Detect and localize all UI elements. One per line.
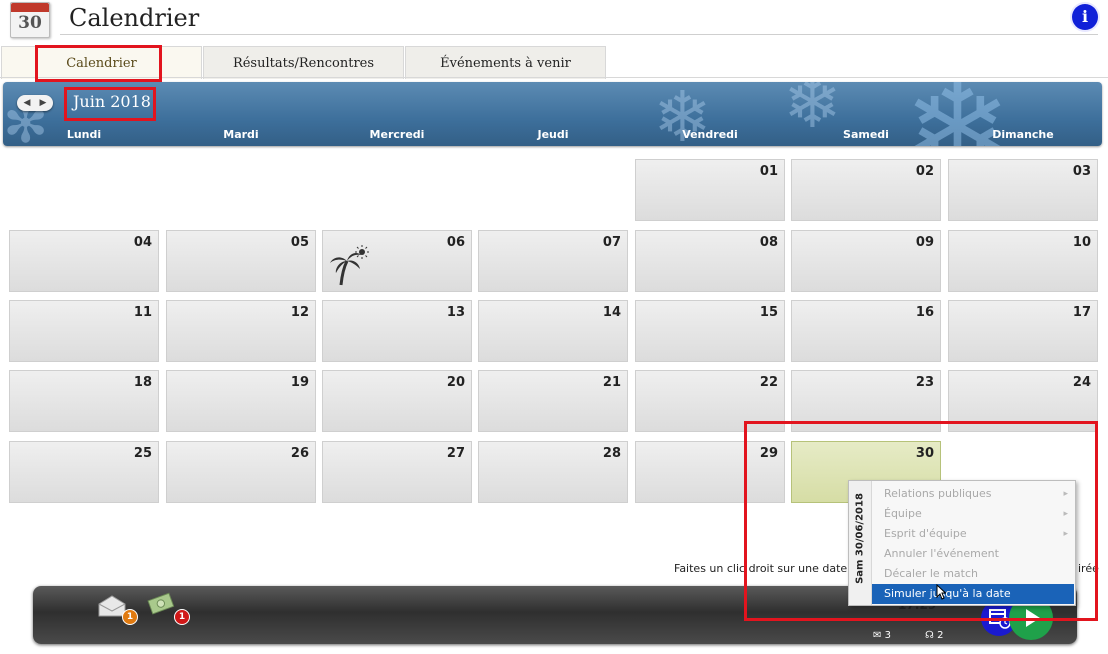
day-cell[interactable]: 01: [635, 159, 785, 221]
mail-badge: 1: [122, 609, 138, 625]
weekday-lundi: Lundi: [66, 128, 102, 141]
weekday-jeudi: Jeudi: [537, 128, 569, 141]
day-number: 08: [759, 235, 778, 250]
day-cell[interactable]: 12: [166, 300, 316, 362]
day-cell[interactable]: 04: [9, 230, 159, 292]
month-nav-control[interactable]: ◀ ▶: [17, 95, 53, 111]
page-title: Calendrier: [69, 4, 200, 32]
day-cell[interactable]: 17: [948, 300, 1098, 362]
calendar-icon: 30: [10, 2, 50, 38]
weekday-mercredi: Mercredi: [369, 128, 425, 141]
day-cell[interactable]: 16: [791, 300, 941, 362]
day-cell[interactable]: 11: [9, 300, 159, 362]
prev-month-icon[interactable]: ◀: [19, 95, 35, 111]
day-number: 14: [602, 305, 621, 320]
info-button[interactable]: i: [1072, 4, 1098, 30]
day-cell[interactable]: 26: [166, 441, 316, 503]
messages-status[interactable]: ✉ 3: [873, 630, 891, 641]
day-cell[interactable]: 05: [166, 230, 316, 292]
day-number: 24: [1072, 375, 1091, 390]
weekday-samedi: Samedi: [843, 128, 889, 141]
day-cell[interactable]: 02: [791, 159, 941, 221]
day-number: 05: [290, 235, 309, 250]
day-number: 06: [446, 235, 465, 250]
highlight-frame-month: [64, 87, 156, 121]
weekday-vendredi: Vendredi: [682, 128, 738, 141]
envelope-icon: ✉: [873, 630, 882, 641]
day-number: 17: [1072, 305, 1091, 320]
tab-resultats-rencontres[interactable]: Résultats/Rencontres: [203, 46, 404, 79]
palm-tree-sun-icon: [330, 245, 369, 286]
day-number: 09: [915, 235, 934, 250]
calendar-icon-number: 30: [18, 13, 42, 33]
day-cell[interactable]: 09: [791, 230, 941, 292]
day-number: 12: [290, 305, 309, 320]
day-cell[interactable]: 18: [9, 370, 159, 432]
day-cell[interactable]: 13: [322, 300, 472, 362]
next-month-icon[interactable]: ▶: [35, 95, 51, 111]
day-cell[interactable]: 07: [478, 230, 628, 292]
headset-icon: ☊: [925, 630, 934, 641]
day-number: 18: [133, 375, 152, 390]
money-icon[interactable]: [146, 592, 176, 616]
day-cell[interactable]: 20: [322, 370, 472, 432]
day-number: 28: [602, 446, 621, 461]
tab-bar: Calendrier Résultats/Rencontres Événemen…: [0, 46, 1108, 79]
day-cell[interactable]: 28: [478, 441, 628, 503]
day-number: 22: [759, 375, 778, 390]
day-number: 16: [915, 305, 934, 320]
day-cell[interactable]: 15: [635, 300, 785, 362]
day-cell[interactable]: 08: [635, 230, 785, 292]
day-cell[interactable]: 10: [948, 230, 1098, 292]
day-number: 13: [446, 305, 465, 320]
weekday-mardi: Mardi: [223, 128, 259, 141]
day-cell[interactable]: 27: [322, 441, 472, 503]
day-number: 04: [133, 235, 152, 250]
day-number: 11: [133, 305, 152, 320]
day-number: 21: [602, 375, 621, 390]
day-number: 07: [602, 235, 621, 250]
app-header: 30 Calendrier i: [0, 0, 1108, 40]
day-number: 23: [915, 375, 934, 390]
day-cell[interactable]: 25: [9, 441, 159, 503]
highlight-frame-context-menu: [744, 421, 1098, 621]
day-number: 15: [759, 305, 778, 320]
weekday-dimanche: Dimanche: [992, 128, 1054, 141]
day-number: 27: [446, 446, 465, 461]
day-number: 03: [1072, 164, 1091, 179]
day-number: 19: [290, 375, 309, 390]
support-status[interactable]: ☊ 2: [925, 630, 943, 641]
day-cell[interactable]: 19: [166, 370, 316, 432]
tab-evenements-a-venir[interactable]: Événements à venir: [405, 46, 606, 79]
support-count: 2: [937, 630, 944, 641]
tab-divider: [0, 77, 1108, 78]
day-number: 10: [1072, 235, 1091, 250]
day-number: 20: [446, 375, 465, 390]
day-number: 26: [290, 446, 309, 461]
highlight-frame-tab: [35, 45, 162, 82]
day-number: 02: [915, 164, 934, 179]
day-number: 01: [759, 164, 778, 179]
month-banner: ✻ ❄ ❄ ❄ ◀▶ Juin 2018 Lundi Mardi Mercred…: [3, 82, 1102, 146]
header-divider: [60, 34, 1098, 35]
day-cell[interactable]: 21: [478, 370, 628, 432]
day-cell[interactable]: 03: [948, 159, 1098, 221]
day-cell[interactable]: 06: [322, 230, 472, 292]
day-cell[interactable]: 14: [478, 300, 628, 362]
day-number: 25: [133, 446, 152, 461]
messages-count: 3: [884, 630, 891, 641]
money-badge: 1: [174, 609, 190, 625]
